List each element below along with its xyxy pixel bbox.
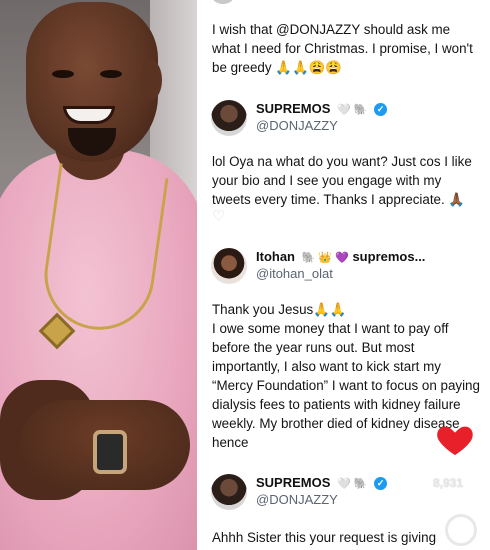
photo-ear — [140, 60, 162, 100]
name-emojis: 🐘 👑 💜 — [301, 252, 349, 265]
profile-photo — [0, 0, 197, 550]
author-handle[interactable]: @itohan_olat — [256, 266, 333, 281]
tweet-2-author[interactable]: SUPREMOS 🤍 🐘 ✓ @DONJAZZY — [211, 100, 481, 140]
tweet-3-text-line-1: Thank you Jesus🙏🙏 — [212, 302, 347, 317]
photo-eye-right — [100, 70, 122, 78]
name-emojis: 🤍 🐘 — [337, 104, 368, 117]
avatar[interactable] — [211, 100, 247, 136]
tweet-1-text: I wish that @DONJAZZY should ask me what… — [212, 22, 473, 75]
loading-spinner-icon — [445, 514, 477, 546]
author-name-label: SUPREMOS — [256, 101, 331, 116]
author-name-label: SUPREMOS — [256, 475, 331, 490]
author-name[interactable]: SUPREMOS 🤍 🐘 ✓ — [256, 101, 388, 117]
photo-eye-left — [52, 70, 74, 78]
author-name-label: Itohan — [256, 249, 295, 264]
tweet-4-text: Ahhh Sister this your request is giving — [212, 530, 437, 545]
avatar[interactable] — [211, 248, 247, 284]
smart-watch — [93, 430, 127, 474]
heart-outline-icon: ♡ — [212, 208, 226, 225]
tweet-feed: I wish that @DONJAZZY should ask me what… — [197, 0, 490, 550]
author-name[interactable]: SUPREMOS 🤍 🐘 ✓ — [256, 475, 388, 491]
author-handle[interactable]: @DONJAZZY — [256, 118, 338, 133]
verified-badge-icon: ✓ — [374, 103, 388, 117]
author-handle[interactable]: @DONJAZZY — [256, 492, 338, 507]
verified-badge-icon: ✓ — [374, 477, 388, 491]
author-name[interactable]: Itohan 🐘 👑 💜 supremos... — [256, 249, 425, 264]
tweet-3-author[interactable]: Itohan 🐘 👑 💜 supremos... @itohan_olat — [211, 248, 481, 288]
like-count: 8,931 — [433, 476, 464, 490]
cropped-avatar — [211, 0, 235, 4]
name-emojis: 🤍 🐘 — [337, 478, 368, 491]
like-heart-icon[interactable] — [435, 420, 475, 460]
tweet-2-text: lol Oya na what do you want? Just cos I … — [212, 154, 472, 207]
name-suffix: supremos... — [352, 249, 426, 264]
avatar[interactable] — [211, 474, 247, 510]
